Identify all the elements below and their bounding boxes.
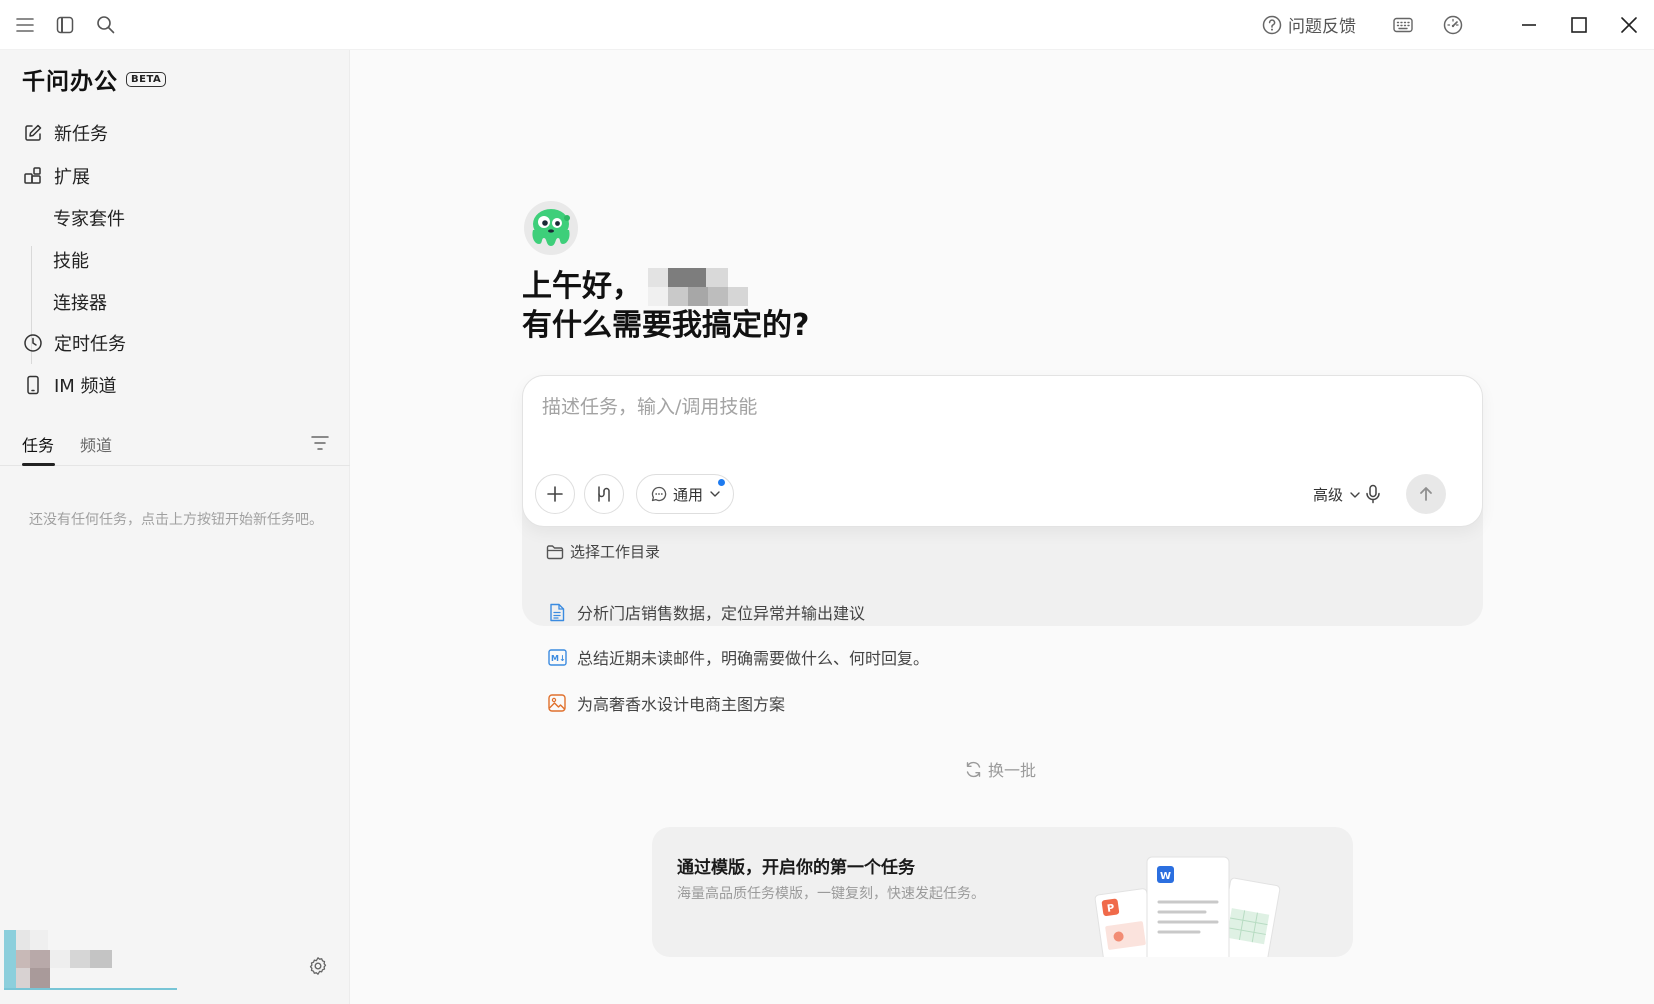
active-tab-indicator: [22, 463, 55, 466]
settings-gear-icon[interactable]: [308, 956, 328, 976]
titlebar-right-group: 问题反馈: [1262, 0, 1654, 50]
feedback-label: 问题反馈: [1288, 17, 1356, 37]
sidebar: 千问办公 BETA 新任务 扩展 专家套件 技能 连接器 定时任务 IM 频道 …: [0, 50, 350, 1004]
chat-bubble-icon: [651, 486, 667, 502]
sidebar-item-label: IM 频道: [54, 376, 117, 397]
sidebar-item-skills[interactable]: 技能: [53, 247, 89, 273]
template-card-subtitle: 海量高品质任务模版，一键复刻，快速发起任务。: [677, 886, 985, 902]
sidebar-item-new-task[interactable]: 新任务: [22, 120, 108, 146]
document-icon: [547, 602, 567, 622]
markdown-icon: M↓: [547, 647, 567, 667]
refresh-icon: [965, 761, 982, 778]
chevron-down-icon: [709, 488, 721, 500]
suggestion-item[interactable]: 为高奢香水设计电商主图方案: [547, 691, 785, 715]
clock-icon: [22, 332, 44, 354]
tab-channels[interactable]: 频道: [80, 432, 112, 456]
help-circle-icon: [1262, 15, 1282, 35]
template-card-title: 通过模版，开启你的第一个任务: [677, 858, 915, 878]
folder-icon: [546, 544, 564, 560]
send-button[interactable]: [1406, 474, 1446, 514]
user-name-redacted: [648, 268, 748, 306]
beta-badge: BETA: [126, 71, 167, 87]
sidebar-item-expert-suite[interactable]: 专家套件: [53, 205, 125, 231]
sidebar-toggle-icon[interactable]: [55, 15, 75, 35]
edit-icon: [22, 122, 44, 144]
image-icon: [547, 693, 567, 713]
tools-button[interactable]: [584, 474, 624, 514]
plus-icon: [547, 486, 563, 502]
title-bar: 问题反馈: [0, 0, 1654, 50]
suggestion-text: 为高奢香水设计电商主图方案: [577, 695, 786, 714]
avatar[interactable]: [4, 930, 114, 988]
speed-gauge-icon[interactable]: [1442, 14, 1464, 36]
word-badge-text: W: [1160, 871, 1171, 882]
sidebar-item-scheduled-tasks[interactable]: 定时任务: [22, 330, 126, 356]
brand: 千问办公 BETA: [22, 62, 167, 96]
phone-icon: [22, 374, 44, 396]
suggestion-text: 总结近期未读邮件，明确需要做什么、何时回复。: [577, 649, 930, 668]
add-button[interactable]: [535, 474, 575, 514]
mascot-avatar: [523, 200, 579, 256]
titlebar-left-group: [0, 15, 115, 35]
microphone-icon[interactable]: [1361, 482, 1385, 506]
workdir-label: 选择工作目录: [570, 543, 661, 561]
sidebar-item-im-channels[interactable]: IM 频道: [22, 372, 117, 398]
mode-label: 通用: [673, 485, 704, 504]
task-tabs: 任务 频道: [0, 422, 350, 466]
empty-task-hint: 还没有任何任务，点击上方按钮开始新任务吧。: [29, 512, 323, 528]
template-card[interactable]: 通过模版，开启你的第一个任务 海量高品质任务模版，一键复刻，快速发起任务。 P …: [652, 827, 1353, 957]
suggestion-text: 分析门店销售数据，定位异常并输出建议: [577, 604, 866, 623]
suggestion-item[interactable]: M↓ 总结近期未读邮件，明确需要做什么、何时回复。: [547, 645, 929, 669]
keyboard-icon[interactable]: [1392, 14, 1414, 36]
brand-name: 千问办公: [22, 69, 118, 95]
close-icon[interactable]: [1604, 0, 1654, 50]
feedback-button[interactable]: 问题反馈: [1262, 12, 1356, 37]
greeting-line: 上午好，: [522, 266, 748, 308]
main-content: 上午好， 有什么需要我搞定的? 描述任务，输入/调用技能 通用 高级 选择工作目…: [351, 50, 1654, 1004]
sidebar-item-label: 扩展: [54, 167, 90, 188]
maximize-icon[interactable]: [1554, 0, 1604, 50]
svg-text:M↓: M↓: [551, 654, 566, 663]
sidebar-item-extensions[interactable]: 扩展: [22, 163, 90, 189]
sidebar-item-connectors[interactable]: 连接器: [53, 289, 107, 315]
task-input[interactable]: [542, 396, 1442, 418]
refresh-suggestions-button[interactable]: 换一批: [965, 757, 1036, 781]
advanced-select[interactable]: 高级: [1313, 484, 1361, 505]
arrow-up-icon: [1418, 486, 1434, 502]
sidebar-item-label: 定时任务: [54, 334, 126, 355]
menu-icon[interactable]: [15, 15, 35, 35]
template-illustration: P W: [1094, 856, 1281, 957]
select-workdir-button[interactable]: 选择工作目录: [546, 541, 660, 562]
minimize-icon[interactable]: [1504, 0, 1554, 50]
greeting-text: 上午好，: [522, 269, 642, 304]
refresh-label: 换一批: [988, 761, 1037, 780]
tools-icon: [595, 485, 613, 503]
extensions-icon: [22, 165, 44, 187]
composer-box: 通用 高级: [522, 375, 1483, 527]
chevron-down-icon: [1349, 489, 1361, 501]
sidebar-item-label: 新任务: [54, 124, 108, 145]
filter-icon[interactable]: [310, 433, 330, 453]
greeting-question: 有什么需要我搞定的?: [522, 308, 810, 343]
advanced-label: 高级: [1313, 486, 1344, 504]
ppt-badge-text: P: [1106, 903, 1115, 915]
suggestion-item[interactable]: 分析门店销售数据，定位异常并输出建议: [547, 600, 865, 624]
notification-dot: [718, 479, 726, 486]
mode-select[interactable]: 通用: [636, 474, 735, 514]
search-icon[interactable]: [95, 15, 115, 35]
tab-tasks[interactable]: 任务: [22, 432, 54, 456]
user-status-strip: [4, 988, 177, 990]
